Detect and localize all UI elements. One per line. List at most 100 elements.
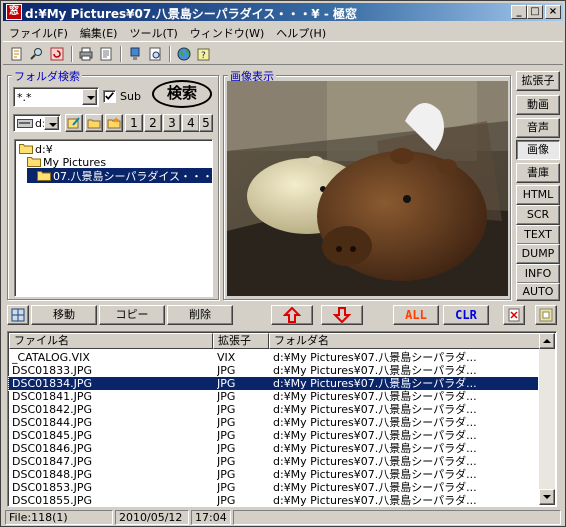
scroll-up-button[interactable] xyxy=(539,333,555,349)
filter-html-button[interactable]: HTML xyxy=(516,185,560,205)
copy-button[interactable]: コピー xyxy=(99,305,165,325)
status-time: 17:04 xyxy=(191,510,231,525)
new-file-icon[interactable] xyxy=(8,45,26,63)
print-icon[interactable] xyxy=(77,45,95,63)
file-row[interactable]: DSC01855.JPG JPG d:¥My Pictures¥07.八景島シーパラ… xyxy=(9,494,538,507)
filter-image-button[interactable]: 画像 xyxy=(516,140,560,160)
help-icon[interactable]: ? xyxy=(195,45,213,63)
bookmark-button-5[interactable]: 5 xyxy=(199,114,213,132)
move-down-button[interactable] xyxy=(321,305,363,325)
filter-dump-button[interactable]: DUMP xyxy=(516,244,560,264)
column-header-extension[interactable]: 拡張子 xyxy=(213,333,269,349)
chevron-down-icon[interactable] xyxy=(82,89,97,105)
clear-selection-button[interactable]: CLR xyxy=(443,305,489,325)
file-row[interactable]: _CATALOG.VIX VIX d:¥My Pictures¥07.八景島シーパラ… xyxy=(9,351,538,364)
cell-folder: d:¥My Pictures¥07.八景島シーパラダ... xyxy=(273,390,477,403)
image-preview[interactable] xyxy=(227,81,508,296)
bookmark-button-3[interactable]: 3 xyxy=(163,114,181,132)
file-row[interactable]: DSC01845.JPG JPG d:¥My Pictures¥07.八景島シーパラ… xyxy=(9,429,538,442)
bookmark-button-1[interactable]: 1 xyxy=(125,114,143,132)
maximize-button[interactable]: □ xyxy=(527,5,543,19)
filter-archive-button[interactable]: 書庫 xyxy=(516,163,560,183)
column-header-folder[interactable]: フォルダ名 xyxy=(269,333,540,349)
cell-name: DSC01845.JPG xyxy=(12,429,93,442)
cell-folder: d:¥My Pictures¥07.八景島シーパラダ... xyxy=(273,429,477,442)
cell-name: DSC01833.JPG xyxy=(12,364,93,377)
arrow-up-icon xyxy=(282,306,302,323)
cell-name: DSC01844.JPG xyxy=(12,416,93,429)
search-icon[interactable] xyxy=(28,45,46,63)
menu-window[interactable]: ウィンドウ(W) xyxy=(184,22,270,40)
bookmark-button-2[interactable]: 2 xyxy=(144,114,162,132)
delete-button[interactable]: 削除 xyxy=(167,305,233,325)
file-row[interactable]: DSC01833.JPG JPG d:¥My Pictures¥07.八景島シーパラ… xyxy=(9,364,538,377)
tree-node-selected[interactable]: 07.八景島シーパラダイス・・・ xyxy=(27,168,213,183)
file-row[interactable]: DSC01846.JPG JPG d:¥My Pictures¥07.八景島シーパラ… xyxy=(9,442,538,455)
file-row[interactable]: DSC01853.JPG JPG d:¥My Pictures¥07.八景島シーパラ… xyxy=(9,481,538,494)
bookmark-button-4[interactable]: 4 xyxy=(182,114,200,132)
file-row[interactable]: DSC01841.JPG JPG d:¥My Pictures¥07.八景島シーパラ… xyxy=(9,390,538,403)
title-bar[interactable]: 窓 d:¥My Pictures¥07.八景島シーパラダイス・・・¥ - 極窓 … xyxy=(3,3,563,21)
cell-ext: JPG xyxy=(217,481,236,494)
filter-video-button[interactable]: 動画 xyxy=(516,95,560,115)
open-folder-icon xyxy=(37,171,51,181)
menu-file[interactable]: ファイル(F) xyxy=(3,22,74,40)
preview-icon[interactable] xyxy=(146,45,164,63)
pattern-combo[interactable]: *.* xyxy=(13,87,99,107)
filter-audio-button[interactable]: 音声 xyxy=(516,118,560,138)
edit-folder-icon[interactable] xyxy=(65,114,83,132)
cell-folder: d:¥My Pictures¥07.八景島シーパラダ... xyxy=(273,351,477,364)
cell-name: DSC01846.JPG xyxy=(12,442,93,455)
refresh-icon[interactable] xyxy=(48,45,66,63)
cell-name: DSC01841.JPG xyxy=(12,390,93,403)
info-icon[interactable] xyxy=(126,45,144,63)
close-button[interactable]: × xyxy=(545,5,561,19)
search-button[interactable]: 検索 xyxy=(152,80,212,108)
drive-combo[interactable]: d: xyxy=(13,114,61,132)
toolbar-separator xyxy=(169,46,171,62)
minimize-button[interactable]: _ xyxy=(511,5,527,19)
remove-icon[interactable] xyxy=(503,305,525,325)
move-button[interactable]: 移動 xyxy=(31,305,97,325)
filter-scr-button[interactable]: SCR xyxy=(516,205,560,225)
menu-tools[interactable]: ツール(T) xyxy=(123,22,183,40)
app-icon[interactable]: 窓 xyxy=(6,4,22,20)
cell-ext: JPG xyxy=(217,364,236,377)
file-row-selected[interactable]: DSC01834.JPG JPG d:¥My Pictures¥07.八景島シーパラ… xyxy=(8,376,539,391)
folder-tree[interactable]: d:¥ My Pictures 07.八景島シーパラダイス・・・ xyxy=(14,139,213,297)
file-row[interactable]: DSC01847.JPG JPG d:¥My Pictures¥07.八景島シーパラ… xyxy=(9,455,538,468)
file-row[interactable]: DSC01844.JPG JPG d:¥My Pictures¥07.八景島シーパラ… xyxy=(9,416,538,429)
menu-edit[interactable]: 編集(E) xyxy=(74,22,124,40)
scroll-down-button[interactable] xyxy=(539,489,555,505)
file-row[interactable]: DSC01842.JPG JPG d:¥My Pictures¥07.八景島シーパラ… xyxy=(9,403,538,416)
filter-extension-button[interactable]: 拡張子 xyxy=(516,71,560,91)
cell-name: DSC01855.JPG xyxy=(12,494,93,507)
cell-ext: JPG xyxy=(217,416,236,429)
filter-auto-button[interactable]: AUTO xyxy=(516,283,560,301)
globe-icon[interactable] xyxy=(175,45,193,63)
file-row[interactable]: DSC01848.JPG JPG d:¥My Pictures¥07.八景島シーパラ… xyxy=(9,468,538,481)
pattern-value: *.* xyxy=(17,91,32,104)
sub-checkbox[interactable] xyxy=(103,90,116,103)
status-message xyxy=(233,510,561,525)
move-up-button[interactable] xyxy=(271,305,313,325)
open-folder-icon[interactable] xyxy=(85,114,103,132)
cell-name: DSC01853.JPG xyxy=(12,481,93,494)
frame-icon[interactable] xyxy=(535,305,557,325)
page-icon[interactable] xyxy=(97,45,115,63)
column-header-filename[interactable]: ファイル名 xyxy=(9,333,213,349)
menu-help[interactable]: ヘルプ(H) xyxy=(270,22,332,40)
vertical-scrollbar[interactable] xyxy=(539,333,555,505)
cell-ext: JPG xyxy=(217,377,236,390)
cell-ext: JPG xyxy=(217,455,236,468)
cell-ext: JPG xyxy=(217,429,236,442)
sub-label: Sub xyxy=(120,90,141,103)
filter-info-button[interactable]: INFO xyxy=(516,264,560,284)
file-list[interactable]: ファイル名 拡張子 フォルダ名 _CATALOG.VIX VIX d:¥My Pic… xyxy=(7,331,557,507)
tree-node-label: d:¥ xyxy=(35,143,53,156)
chevron-down-icon[interactable] xyxy=(44,116,59,130)
new-folder-icon[interactable] xyxy=(105,114,123,132)
select-all-button[interactable]: ALL xyxy=(393,305,439,325)
filter-text-button[interactable]: TEXT xyxy=(516,225,560,245)
layout-toggle-icon[interactable] xyxy=(7,305,29,325)
